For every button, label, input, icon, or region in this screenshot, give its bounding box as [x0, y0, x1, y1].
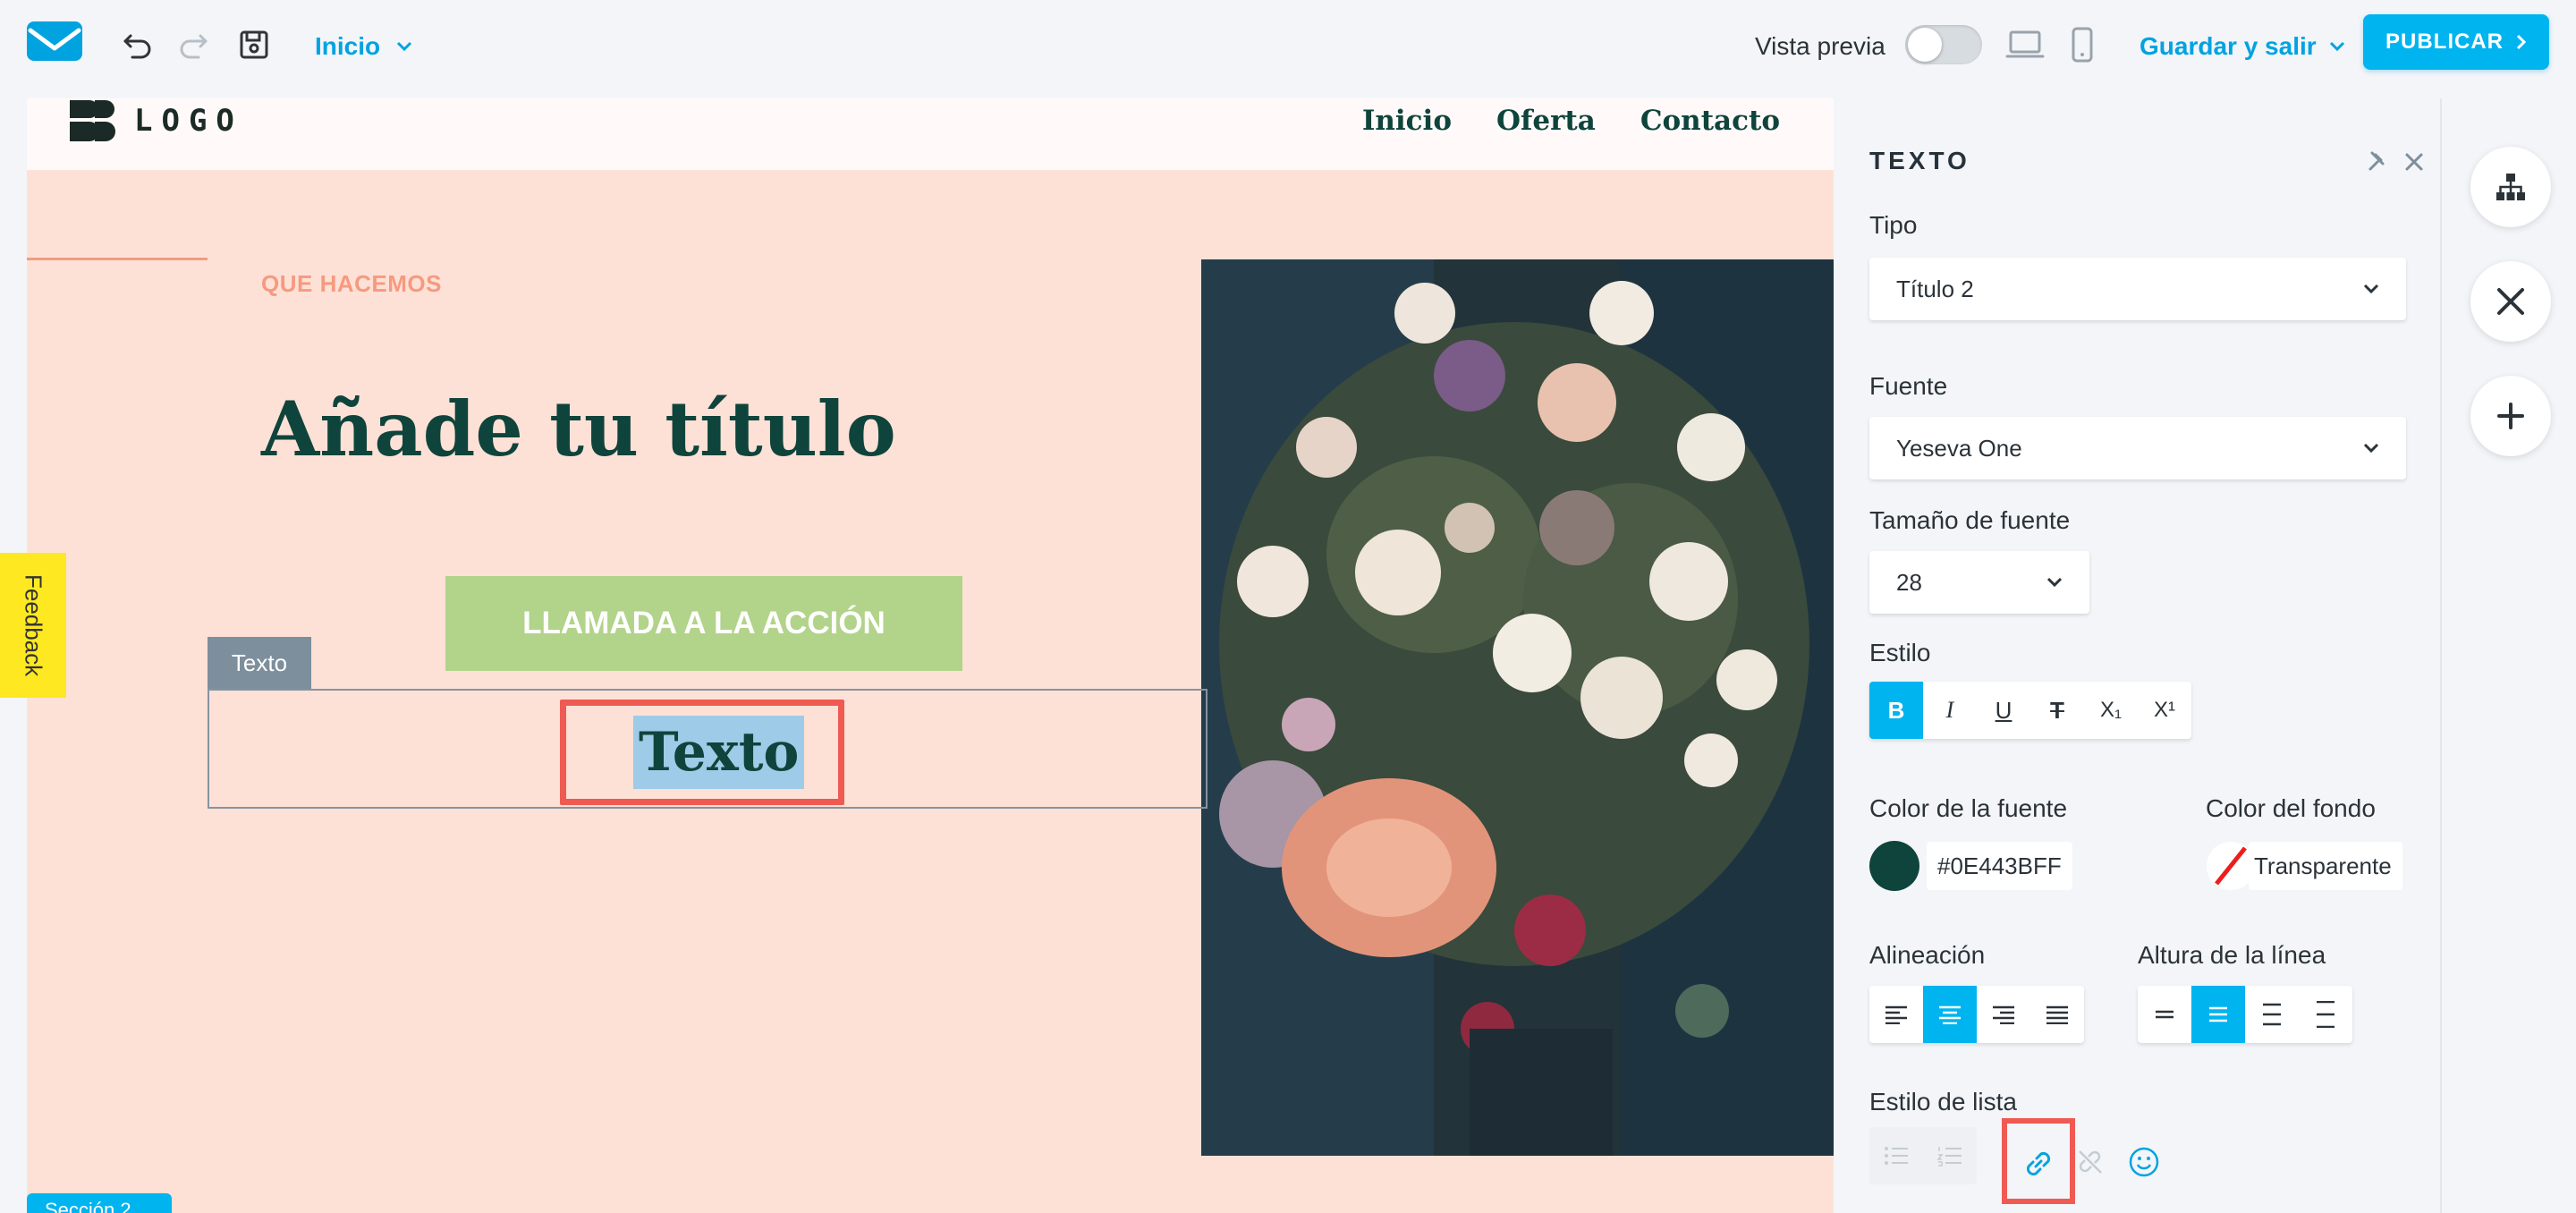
cta-button[interactable]: LLAMADA A LA ACCIÓN: [445, 576, 962, 671]
bg-color-value[interactable]: Transparente: [2249, 842, 2402, 890]
getresponse-logo-icon[interactable]: [27, 21, 82, 61]
font-label: Fuente: [1869, 372, 1948, 400]
line-height-tight-icon[interactable]: [2138, 986, 2191, 1043]
chevron-down-icon: [2363, 284, 2379, 294]
hero-title[interactable]: Añade tu título: [261, 385, 896, 473]
tools-icon: [2497, 288, 2524, 315]
italic-button[interactable]: I: [1923, 682, 1977, 739]
line-height-relaxed-icon[interactable]: [2245, 986, 2299, 1043]
preview-toggle[interactable]: [1905, 25, 1982, 64]
site-header[interactable]: LOGO Inicio Oferta Contacto: [27, 98, 1834, 170]
list-style-buttons: [1869, 1127, 1977, 1184]
emoji-icon[interactable]: [2122, 1140, 2166, 1184]
feedback-tab[interactable]: Feedback: [0, 553, 66, 698]
font-size-label: Tamaño de fuente: [1869, 506, 2071, 534]
font-select-value: Yeseva One: [1896, 434, 2022, 462]
feedback-label: Feedback: [20, 573, 47, 677]
alignment-label: Alineación: [1869, 941, 1986, 969]
bold-button[interactable]: B: [1869, 682, 1923, 739]
publish-label: PUBLICAR: [2385, 30, 2504, 54]
flower-bouquet-image[interactable]: [1201, 259, 1834, 1156]
top-bar: Inicio Vista previa Guardar y salir PUBL…: [0, 0, 2576, 89]
type-select[interactable]: Título 2: [1869, 258, 2406, 320]
bg-color-label: Color del fondo: [2206, 794, 2376, 822]
plus-icon: [2497, 403, 2524, 429]
strikethrough-button[interactable]: T: [2030, 682, 2084, 739]
text-settings-panel: TEXTO Tipo Título 2 Fuente Yeseva One Ta…: [1834, 98, 2442, 1213]
panel-divider: [2440, 98, 2442, 1213]
font-size-value: 28: [1896, 568, 1922, 596]
page-selector-label: Inicio: [315, 32, 381, 60]
site-logo[interactable]: LOGO: [70, 98, 243, 143]
page-selector[interactable]: Inicio: [315, 27, 412, 66]
tools-button[interactable]: [2470, 261, 2551, 342]
selected-text-highlight: [560, 700, 844, 805]
sitemap-button[interactable]: [2470, 147, 2551, 227]
link-button-highlight: [2002, 1118, 2075, 1204]
style-label: Estilo: [1869, 639, 1931, 666]
save-icon[interactable]: [234, 25, 274, 64]
type-label: Tipo: [1869, 211, 1918, 239]
sitemap-icon: [2496, 174, 2525, 200]
superscript-button[interactable]: X¹: [2138, 682, 2191, 739]
panel-title: TEXTO: [1869, 147, 1970, 174]
underline-button[interactable]: U: [1977, 682, 2030, 739]
line-height-label: Altura de la línea: [2138, 941, 2326, 969]
type-select-value: Título 2: [1896, 275, 1974, 302]
font-color-value[interactable]: #0E443BFF: [1927, 842, 2072, 890]
text-block-tag[interactable]: Texto: [208, 637, 311, 689]
unlink-icon[interactable]: [2068, 1140, 2113, 1184]
chevron-down-icon: [2046, 577, 2063, 588]
section-eyebrow[interactable]: QUE HACEMOS: [261, 270, 442, 298]
undo-icon[interactable]: [118, 25, 157, 64]
site-nav[interactable]: Inicio Oferta Contacto: [1362, 98, 1780, 143]
subscript-button[interactable]: X₁: [2084, 682, 2138, 739]
save-and-exit-button[interactable]: Guardar y salir: [2140, 27, 2345, 66]
nav-item-contacto[interactable]: Contacto: [1640, 105, 1780, 137]
align-right-icon[interactable]: [1977, 986, 2030, 1043]
desktop-view-icon[interactable]: [2005, 25, 2045, 64]
font-color-label: Color de la fuente: [1869, 794, 2068, 822]
close-icon[interactable]: [2402, 150, 2426, 174]
line-height-buttons: [2138, 986, 2352, 1043]
font-size-select[interactable]: 28: [1869, 551, 2089, 614]
logo-mark-icon: [70, 100, 115, 141]
add-element-button[interactable]: [2470, 376, 2551, 456]
nav-item-inicio[interactable]: Inicio: [1362, 105, 1452, 137]
align-left-icon[interactable]: [1869, 986, 1923, 1043]
editor-canvas[interactable]: LOGO Inicio Oferta Contacto QUE HACEMOS …: [27, 98, 1834, 1213]
list-style-label: Estilo de lista: [1869, 1088, 2017, 1115]
font-color-swatch[interactable]: [1869, 841, 1919, 891]
chevron-down-icon: [2329, 41, 2344, 52]
align-center-icon[interactable]: [1923, 986, 1977, 1043]
bulleted-list-icon[interactable]: [1869, 1127, 1923, 1184]
style-buttons: B I U T X₁ X¹: [1869, 682, 2191, 739]
redo-icon[interactable]: [174, 25, 213, 64]
font-select[interactable]: Yeseva One: [1869, 417, 2406, 479]
alignment-buttons: [1869, 986, 2084, 1043]
chevron-down-icon: [397, 41, 412, 52]
logo-text: LOGO: [134, 103, 243, 139]
chevron-down-icon: [2363, 443, 2379, 454]
line-height-normal-icon[interactable]: [2191, 986, 2245, 1043]
nav-item-oferta[interactable]: Oferta: [1496, 105, 1596, 137]
mobile-view-icon[interactable]: [2063, 25, 2102, 64]
section-tab[interactable]: Sección 2: [27, 1193, 172, 1213]
numbered-list-icon[interactable]: [1923, 1127, 1977, 1184]
line-height-loose-icon[interactable]: [2299, 986, 2352, 1043]
publish-button[interactable]: PUBLICAR: [2363, 14, 2549, 70]
align-justify-icon[interactable]: [2030, 986, 2084, 1043]
decorative-line: [27, 258, 208, 260]
save-and-exit-label: Guardar y salir: [2140, 32, 2317, 60]
pin-icon[interactable]: [2365, 150, 2388, 174]
preview-label: Vista previa: [1755, 32, 1885, 60]
chevron-right-icon: [2516, 34, 2527, 50]
